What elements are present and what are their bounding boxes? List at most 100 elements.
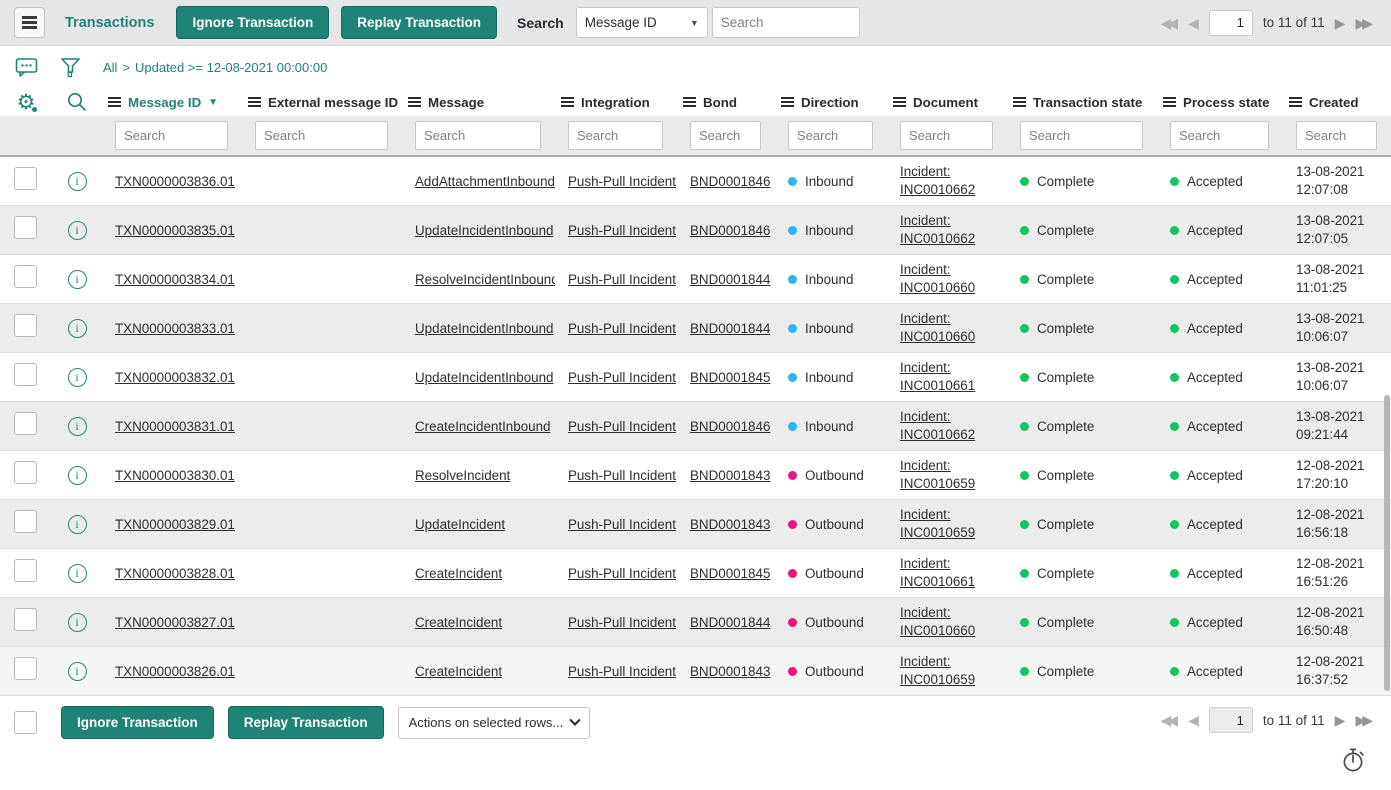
filter-input-external-message-id[interactable] (255, 121, 388, 150)
bond-link[interactable]: BND0001846 (690, 174, 770, 189)
column-header-transaction-state[interactable]: Transaction state (1007, 95, 1157, 110)
last-page-button[interactable]: ▶▶ (1355, 16, 1373, 30)
document-link[interactable]: Incident:INC0010659 (900, 506, 1007, 542)
message-id-link[interactable]: TXN0000003827.01 (115, 615, 235, 630)
info-icon[interactable]: i (68, 319, 87, 338)
message-id-link[interactable]: TXN0000003831.01 (115, 419, 235, 434)
row-checkbox[interactable] (14, 657, 37, 680)
info-icon[interactable]: i (68, 270, 87, 289)
row-checkbox[interactable] (14, 363, 37, 386)
message-id-link[interactable]: TXN0000003828.01 (115, 566, 235, 581)
filter-input-transaction-state[interactable] (1020, 121, 1143, 150)
document-link[interactable]: Incident:INC0010662 (900, 212, 1007, 248)
integration-link[interactable]: Push-Pull Incident (568, 370, 676, 385)
message-link[interactable]: UpdateIncidentInbound (415, 321, 553, 336)
column-header-document[interactable]: Document (887, 95, 1007, 110)
column-header-process-state[interactable]: Process state (1157, 95, 1283, 110)
ignore-transaction-button[interactable]: Ignore Transaction (176, 6, 329, 39)
message-id-link[interactable]: TXN0000003836.01 (115, 174, 235, 189)
message-id-link[interactable]: TXN0000003835.01 (115, 223, 235, 238)
bond-link[interactable]: BND0001846 (690, 223, 770, 238)
prev-page-button[interactable]: ◀ (1188, 713, 1199, 727)
message-link[interactable]: CreateIncidentInbound (415, 419, 551, 434)
replay-transaction-button[interactable]: Replay Transaction (341, 6, 497, 39)
document-link[interactable]: Incident:INC0010660 (900, 310, 1007, 346)
bond-link[interactable]: BND0001845 (690, 370, 770, 385)
menu-button[interactable] (14, 7, 45, 38)
info-icon[interactable]: i (68, 221, 87, 240)
bond-link[interactable]: BND0001844 (690, 321, 770, 336)
message-id-link[interactable]: TXN0000003832.01 (115, 370, 235, 385)
document-link[interactable]: Incident:INC0010659 (900, 653, 1007, 689)
last-page-button[interactable]: ▶▶ (1355, 713, 1373, 727)
info-icon[interactable]: i (68, 662, 87, 681)
message-id-link[interactable]: TXN0000003834.01 (115, 272, 235, 287)
message-link[interactable]: ResolveIncident (415, 468, 510, 483)
info-icon[interactable]: i (68, 368, 87, 387)
document-link[interactable]: Incident:INC0010661 (900, 555, 1007, 591)
filter-input-integration[interactable] (568, 121, 663, 150)
column-header-bond[interactable]: Bond (677, 95, 775, 110)
integration-link[interactable]: Push-Pull Incident (568, 517, 676, 532)
integration-link[interactable]: Push-Pull Incident (568, 566, 676, 581)
integration-link[interactable]: Push-Pull Incident (568, 419, 676, 434)
row-checkbox[interactable] (14, 412, 37, 435)
message-link[interactable]: UpdateIncidentInbound (415, 223, 553, 238)
row-checkbox[interactable] (14, 461, 37, 484)
breadcrumb[interactable]: All > Updated >= 12-08-2021 00:00:00 (103, 60, 327, 75)
integration-link[interactable]: Push-Pull Incident (568, 174, 676, 189)
info-icon[interactable]: i (68, 515, 87, 534)
column-header-message-id[interactable]: Message ID▼ (102, 95, 242, 110)
bond-link[interactable]: BND0001843 (690, 468, 770, 483)
document-link[interactable]: Incident:INC0010660 (900, 604, 1007, 640)
row-checkbox[interactable] (14, 559, 37, 582)
integration-link[interactable]: Push-Pull Incident (568, 321, 676, 336)
breadcrumb-filter-condition[interactable]: Updated >= 12-08-2021 00:00:00 (135, 60, 327, 75)
bond-link[interactable]: BND0001844 (690, 615, 770, 630)
filter-input-created[interactable] (1296, 121, 1377, 150)
page-number-input[interactable] (1209, 707, 1253, 733)
document-link[interactable]: Incident:INC0010659 (900, 457, 1007, 493)
page-title[interactable]: Transactions (65, 15, 154, 31)
select-all-checkbox[interactable] (14, 711, 37, 734)
bond-link[interactable]: BND0001844 (690, 272, 770, 287)
first-page-button[interactable]: ◀◀ (1161, 16, 1179, 30)
message-link[interactable]: ResolveIncidentInbound (415, 272, 555, 287)
search-field-select[interactable]: Message ID ▼ (576, 7, 708, 38)
next-page-button[interactable]: ▶ (1335, 713, 1346, 727)
document-link[interactable]: Incident:INC0010661 (900, 359, 1007, 395)
breadcrumb-root[interactable]: All (103, 60, 117, 75)
bond-link[interactable]: BND0001843 (690, 517, 770, 532)
list-search-button[interactable] (52, 91, 102, 113)
vertical-scrollbar-thumb[interactable] (1384, 395, 1390, 691)
message-id-link[interactable]: TXN0000003829.01 (115, 517, 235, 532)
filter-input-bond[interactable] (690, 121, 761, 150)
first-page-button[interactable]: ◀◀ (1161, 713, 1179, 727)
footer-replay-transaction-button[interactable]: Replay Transaction (228, 706, 384, 739)
footer-ignore-transaction-button[interactable]: Ignore Transaction (61, 706, 214, 739)
row-checkbox[interactable] (14, 608, 37, 631)
personalize-list-gear-button[interactable]: ⚙ (0, 92, 52, 113)
info-icon[interactable]: i (68, 466, 87, 485)
collaboration-chat-icon[interactable] (15, 57, 59, 78)
info-icon[interactable]: i (68, 613, 87, 632)
info-icon[interactable]: i (68, 417, 87, 436)
document-link[interactable]: Incident:INC0010662 (900, 408, 1007, 444)
row-checkbox[interactable] (14, 510, 37, 533)
message-id-link[interactable]: TXN0000003826.01 (115, 664, 235, 679)
filter-input-direction[interactable] (788, 121, 873, 150)
info-icon[interactable]: i (68, 564, 87, 583)
bond-link[interactable]: BND0001845 (690, 566, 770, 581)
filter-input-document[interactable] (900, 121, 993, 150)
message-id-link[interactable]: TXN0000003833.01 (115, 321, 235, 336)
column-header-created[interactable]: Created (1283, 95, 1391, 110)
integration-link[interactable]: Push-Pull Incident (568, 223, 676, 238)
message-link[interactable]: UpdateIncident (415, 517, 505, 532)
next-page-button[interactable]: ▶ (1335, 16, 1346, 30)
actions-on-selected-rows-select[interactable]: Actions on selected rows... (398, 707, 590, 739)
row-checkbox[interactable] (14, 167, 37, 190)
bond-link[interactable]: BND0001846 (690, 419, 770, 434)
column-header-direction[interactable]: Direction (775, 95, 887, 110)
document-link[interactable]: Incident:INC0010660 (900, 261, 1007, 297)
filter-input-message[interactable] (415, 121, 541, 150)
